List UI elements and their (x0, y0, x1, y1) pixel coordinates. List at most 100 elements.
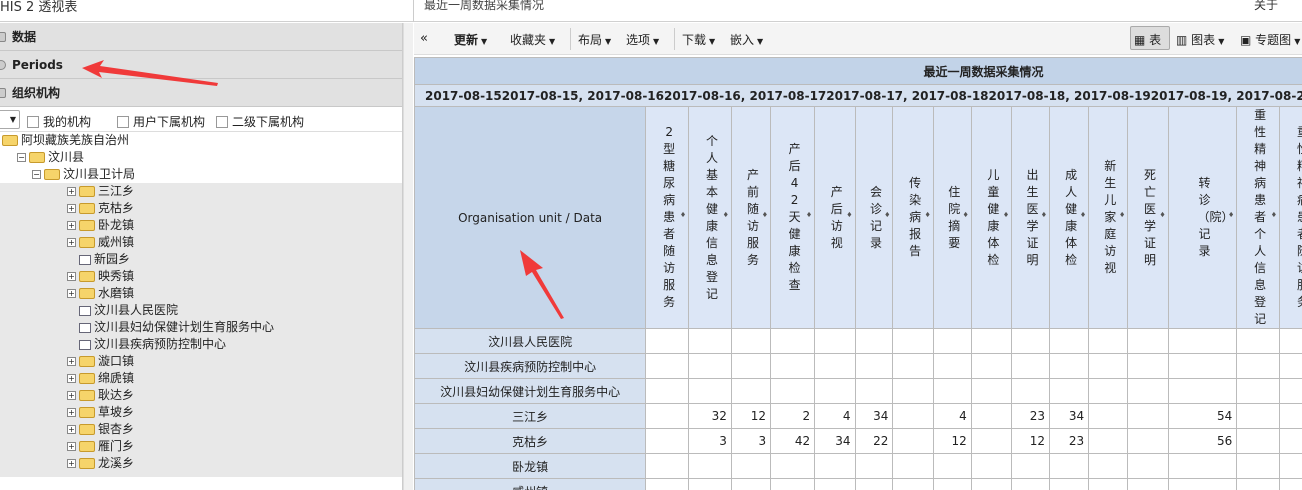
expand-icon[interactable]: + (67, 187, 76, 196)
tree-node[interactable]: + 龙溪乡 (67, 455, 134, 472)
tree-node[interactable]: − 汶川县 (17, 149, 84, 166)
expand-icon[interactable]: + (67, 374, 76, 383)
folder-icon (2, 135, 18, 146)
expand-icon[interactable]: + (67, 221, 76, 230)
sort-icon[interactable]: ♦ (1271, 211, 1277, 219)
data-cell (770, 478, 816, 490)
data-cell: 54 (1167, 403, 1238, 429)
expand-icon[interactable]: + (67, 272, 76, 281)
column-header[interactable]: 儿童健康体检 ♦ (970, 106, 1013, 329)
tree-node[interactable]: + 水磨镇 (67, 285, 134, 302)
column-header[interactable]: 会诊记录 ♦ (854, 106, 894, 329)
column-header[interactable]: 传染病报告 ♦ (892, 106, 934, 329)
second-level-org-checkbox[interactable]: 二级下属机构 (216, 113, 304, 130)
download-menu[interactable]: 下载 ▼ (682, 31, 715, 48)
tree-node[interactable]: 汶川县疾病预防控制中心 (67, 336, 226, 353)
expand-icon[interactable]: + (67, 357, 76, 366)
collapse-icon[interactable]: − (32, 170, 41, 179)
sort-icon[interactable]: ♦ (680, 211, 686, 219)
tree-node[interactable]: + 克枯乡 (67, 200, 134, 217)
favorites-menu[interactable]: 收藏夹 ▼ (510, 31, 555, 48)
chart-menu[interactable]: ▥ 图表 ▼ (1176, 31, 1224, 48)
sort-icon[interactable]: ♦ (1228, 211, 1234, 219)
tree-node[interactable]: + 草坡乡 (67, 404, 134, 421)
tree-node-label: 三江乡 (98, 184, 135, 198)
sort-icon[interactable]: ♦ (1119, 211, 1125, 219)
sort-icon[interactable]: ♦ (925, 211, 931, 219)
about-link[interactable]: 关于 (1254, 0, 1278, 13)
data-cell (1167, 453, 1238, 479)
table-view[interactable]: ▦ 表 (1134, 31, 1161, 48)
column-header[interactable]: 个人基本健康信息登记 ♦ (688, 106, 732, 329)
tree-node-label: 雁门乡 (98, 439, 135, 453)
column-header[interactable]: 住院摘要 ♦ (932, 106, 972, 329)
expand-icon[interactable]: + (67, 459, 76, 468)
data-cell (770, 328, 816, 354)
tree-node[interactable]: + 卧龙镇 (67, 217, 134, 234)
sort-icon[interactable]: ♦ (962, 211, 968, 219)
data-cell (854, 353, 894, 379)
tree-node[interactable]: + 三江乡 (67, 183, 134, 200)
data-cell (645, 428, 690, 454)
sort-icon[interactable]: ♦ (1041, 211, 1047, 219)
sort-icon[interactable]: ♦ (723, 211, 729, 219)
expand-icon[interactable]: + (67, 391, 76, 400)
tree-node[interactable]: − 汶川县卫计局 (32, 166, 135, 183)
tree-node[interactable]: 新园乡 (67, 251, 130, 268)
tree-node[interactable]: + 映秀镇 (67, 268, 134, 285)
column-header[interactable]: 产后42天健康检查 ♦ (770, 106, 816, 329)
level-select[interactable]: ▼ (0, 110, 20, 129)
sort-icon[interactable]: ♦ (1159, 211, 1165, 219)
column-header[interactable]: 产后访视 ♦ (814, 106, 856, 329)
column-header[interactable]: 2型糖尿病患者随访服务 ♦ (645, 106, 690, 329)
section-periods[interactable]: Periods (0, 51, 402, 79)
options-menu[interactable]: 选项 ▼ (626, 31, 659, 48)
collapse-button[interactable]: « (420, 31, 428, 46)
column-header[interactable]: 死亡医学证明 ♦ (1127, 106, 1169, 329)
expand-icon[interactable]: + (67, 425, 76, 434)
collapse-icon[interactable]: − (17, 153, 26, 162)
column-header[interactable]: 产前随访服务 ♦ (730, 106, 772, 329)
tree-node[interactable]: 汶川县人民医院 (67, 302, 178, 319)
user-sub-org-checkbox[interactable]: 用户下属机构 (117, 113, 205, 130)
column-header[interactable]: 成人健康体检 ♦ (1049, 106, 1090, 329)
layout-menu[interactable]: 布局 ▼ (578, 31, 611, 48)
tree-node[interactable]: 汶川县妇幼保健计划生育服务中心 (67, 319, 274, 336)
embed-menu[interactable]: 嵌入 ▼ (730, 31, 763, 48)
column-header[interactable]: 重性精神病患者个人信息登记 ♦ (1236, 106, 1281, 329)
sort-icon[interactable]: ♦ (884, 211, 890, 219)
section-data[interactable]: 数据 (0, 23, 402, 51)
tree-node[interactable]: + 绵虒镇 (67, 370, 134, 387)
expand-icon[interactable]: + (67, 442, 76, 451)
tree-node[interactable]: + 耿达乡 (67, 387, 134, 404)
column-header[interactable]: 转诊（院）记录 ♦ (1167, 106, 1238, 329)
sort-icon[interactable]: ♦ (762, 211, 768, 219)
column-header[interactable]: 重性精神病患者随访服务♦ (1279, 106, 1302, 329)
column-header[interactable]: 出生医学证明 ♦ (1011, 106, 1051, 329)
data-cell (814, 353, 856, 379)
toolbar: « 更新 ▼ 收藏夹 ▼ 布局 ▼ 选项 ▼ 下载 ▼ 嵌入 ▼ ▦ 表 ▥ 图表 ▼ ▣ 专… (414, 23, 1302, 55)
sort-icon[interactable]: ♦ (806, 211, 812, 219)
my-org-checkbox[interactable]: 我的机构 (27, 113, 91, 130)
data-cell (932, 453, 972, 479)
update-button[interactable]: 更新 ▼ (454, 31, 487, 48)
tree-node[interactable]: + 威州镇 (67, 234, 134, 251)
expand-icon[interactable]: + (67, 238, 76, 247)
data-cell (770, 378, 816, 404)
sort-icon[interactable]: ♦ (846, 211, 852, 219)
expand-icon[interactable]: + (67, 289, 76, 298)
left-scrollbar[interactable] (403, 23, 413, 490)
map-menu[interactable]: ▣ 专题图 ▼ (1240, 31, 1300, 48)
tree-node[interactable]: + 银杏乡 (67, 421, 134, 438)
tree-node[interactable]: 阿坝藏族羌族自治州 (2, 132, 129, 149)
tree-node[interactable]: + 漩口镇 (67, 353, 134, 370)
tree-node[interactable]: + 雁门乡 (67, 438, 134, 455)
section-org-units[interactable]: 组织机构 (0, 79, 402, 107)
column-header[interactable]: 新生儿家庭访视 ♦ (1088, 106, 1129, 329)
data-cell (1167, 353, 1238, 379)
data-cell (1127, 353, 1169, 379)
expand-icon[interactable]: + (67, 408, 76, 417)
sort-icon[interactable]: ♦ (1080, 211, 1086, 219)
expand-icon[interactable]: + (67, 204, 76, 213)
sort-icon[interactable]: ♦ (1003, 211, 1009, 219)
